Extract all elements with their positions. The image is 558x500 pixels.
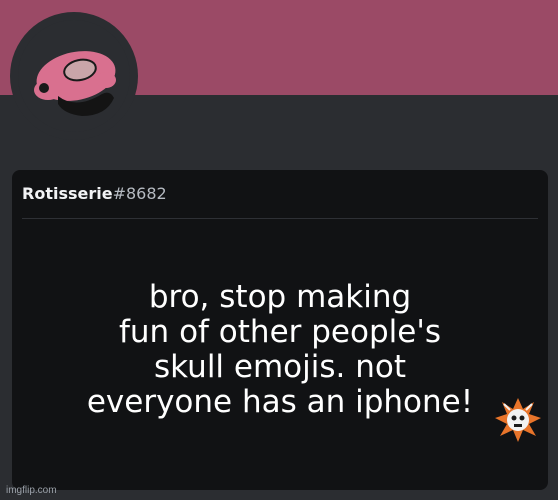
message-line: everyone has an iphone! <box>86 384 474 420</box>
message-text: bro, stop making fun of other people's s… <box>12 280 548 420</box>
message-line: fun of other people's <box>119 314 441 350</box>
skull-explosion-emoji-icon <box>494 396 542 444</box>
username-row: Rotisserie#8682 <box>22 182 167 206</box>
message-line: skull emojis. not <box>154 349 406 385</box>
message-line: bro, stop making <box>148 279 412 315</box>
divider <box>22 218 538 219</box>
username[interactable]: Rotisserie <box>22 184 113 203</box>
avatar[interactable] <box>18 20 130 132</box>
profile-card: Rotisserie#8682 bro, stop making fun of … <box>12 170 548 490</box>
discriminator: #8682 <box>112 184 167 203</box>
pink-cap-avatar-icon <box>18 20 130 132</box>
imgflip-watermark: imgflip.com <box>6 485 57 496</box>
